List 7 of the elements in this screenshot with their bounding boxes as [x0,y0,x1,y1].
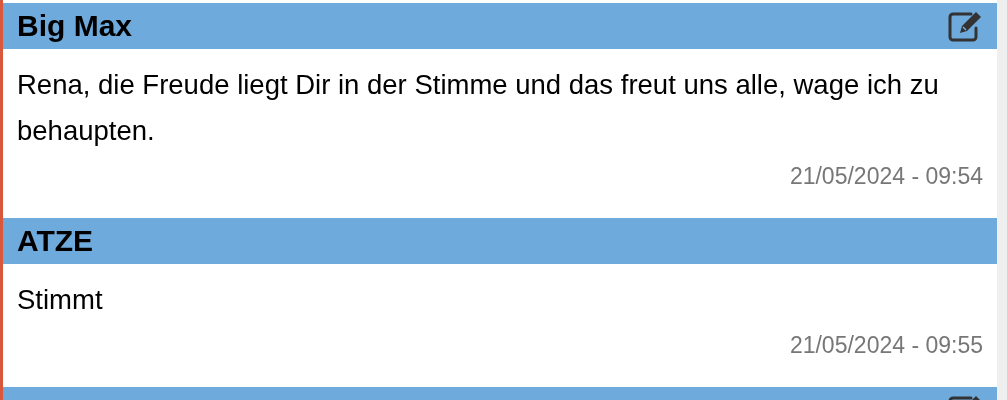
timestamp: 21/05/2024 - 09:55 [788,331,983,360]
comment-text: Rena, die Freude liegt Dir in der Stimme und das freut uns alle, wage ich zu behaupten. [17,68,940,148]
comment-text: Stimmt [17,283,104,317]
author-name: ATZE [17,224,94,258]
edit-icon[interactable] [947,10,983,42]
timestamp: 21/05/2024 - 09:54 [788,162,983,191]
author-name: Big Max [17,9,133,43]
